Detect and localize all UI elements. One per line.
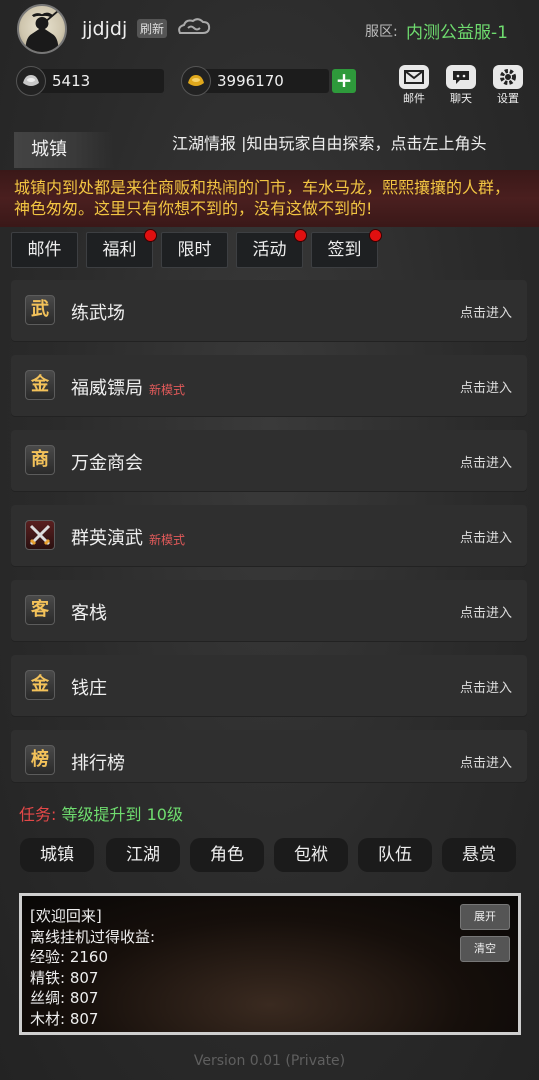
clear-button[interactable]: 清空 [460,936,510,962]
server-name[interactable]: 内测公益服-1 [406,18,508,43]
task-text: 等级提升到 10级 [61,805,183,824]
avatar[interactable] [17,4,67,54]
section-title: 城镇 [14,132,114,168]
settings-label: 设置 [497,92,519,105]
nav-team[interactable]: 队伍 [358,838,432,872]
nav-bounty[interactable]: 悬赏 [442,838,516,872]
silver-amount: 5413 [52,72,91,90]
tab-checkin[interactable]: 签到 [311,229,382,268]
log-line: 离线挂机过得收益: [30,927,156,946]
username: jjdjdj [82,18,128,40]
enter-button[interactable]: 点击进入 [460,452,512,471]
mail-label: 邮件 [403,92,425,105]
notification-dot [369,229,382,242]
gold-amount: 3996170 [217,72,284,90]
refresh-button[interactable]: 刷新 [137,19,168,38]
tab-events[interactable]: 活动 [236,229,307,268]
log-line: 木材: 807 [30,1009,99,1028]
martial-badge-icon: 武 [25,295,55,325]
mail-icon [399,65,429,89]
location-training-ground[interactable]: 武 练武场 点击进入 [11,280,527,341]
tab-label: 福利 [102,240,137,260]
new-mode-tag: 新模式 [149,533,186,547]
enter-button[interactable]: 点击进入 [460,752,512,771]
inn-badge-icon: 客 [25,595,55,625]
tab-label: 签到 [327,240,362,260]
town-description: 城镇内到处都是来往商贩和热闹的门市，车水马龙，熙熙攘攘的人群，神色匆匆。这里只有… [0,170,539,227]
nav-inventory[interactable]: 包袱 [274,838,348,872]
tab-limited[interactable]: 限时 [161,232,228,268]
location-name: 福威镖局 [71,378,143,399]
location-name: 排行榜 [71,753,125,774]
chat-label: 聊天 [450,92,472,105]
top-bar: jjdjdj 刷新 服区: 内测公益服-1 [0,0,539,58]
log-lines: [欢迎回来] 离线挂机过得收益: 经验: 2160 精铁: 807 丝绸: 80… [30,906,155,1029]
nav-town[interactable]: 城镇 [20,838,94,872]
leaderboard-badge-icon: 榜 [25,745,55,775]
location-name: 练武场 [71,303,125,324]
swords-icon [25,520,55,550]
expand-button[interactable]: 展开 [460,904,510,930]
news-ticker[interactable]: 江湖情报 |知由玩家自由探索，点击左上角头 [172,130,539,152]
enter-button[interactable]: 点击进入 [460,677,512,696]
enter-button[interactable]: 点击进入 [460,527,512,546]
swordsman-silhouette-icon [25,8,61,52]
gold-balance: 3996170 [181,66,329,96]
log-line: 丝绸: 807 [30,989,99,1007]
gear-icon [493,65,523,89]
tab-label: 邮件 [27,240,62,260]
log-line: [欢迎回来] [30,907,102,925]
silver-balance: 5413 [16,66,164,96]
location-inn[interactable]: 客 客栈 点击进入 [11,580,527,641]
settings-button[interactable]: 设置 [491,65,525,106]
location-escort-agency[interactable]: 金 福威镖局 新模式 点击进入 [11,355,527,416]
nav-character[interactable]: 角色 [190,838,264,872]
location-name: 万金商会 [71,453,143,474]
notification-dot [294,229,307,242]
nav-jianghu[interactable]: 江湖 [106,838,180,872]
gold-badge-icon: 金 [25,370,55,400]
server-label: 服区: [365,24,398,40]
silver-ingot-icon [16,66,46,96]
location-merchant-guild[interactable]: 商 万金商会 点击进入 [11,430,527,491]
tab-mail[interactable]: 邮件 [11,232,78,268]
enter-button[interactable]: 点击进入 [460,602,512,621]
task-label: 任务: [19,805,57,824]
chat-button[interactable]: 聊天 [444,65,478,106]
notification-dot [144,229,157,242]
enter-button[interactable]: 点击进入 [460,377,512,396]
chat-icon [446,65,476,89]
new-mode-tag: 新模式 [149,383,186,397]
gold-ingot-icon [181,66,211,96]
cloud-icon[interactable] [176,17,212,39]
tab-label: 活动 [252,240,287,260]
merchant-badge-icon: 商 [25,445,55,475]
location-bank[interactable]: 金 钱庄 点击进入 [11,655,527,716]
gold-badge-icon: 金 [25,670,55,700]
tab-welfare[interactable]: 福利 [86,229,157,268]
enter-button[interactable]: 点击进入 [460,302,512,321]
log-line: 精铁: 807 [30,968,99,987]
version-label: Version 0.01 (Private) [193,1053,346,1069]
location-name: 客栈 [71,603,107,624]
location-name: 钱庄 [71,678,107,699]
location-arena[interactable]: 群英演武 新模式 点击进入 [11,505,527,566]
log-line: 经验: 2160 [30,948,108,966]
location-leaderboard[interactable]: 榜 排行榜 点击进入 [11,730,527,782]
tab-label: 限时 [177,240,212,260]
recharge-button[interactable]: + [332,69,356,93]
location-name: 群英演武 [71,528,143,549]
message-log[interactable]: [欢迎回来] 离线挂机过得收益: 经验: 2160 精铁: 807 丝绸: 80… [19,893,521,1035]
current-task[interactable]: 任务: 等级提升到 10级 [19,801,183,825]
mail-button[interactable]: 邮件 [397,65,431,106]
